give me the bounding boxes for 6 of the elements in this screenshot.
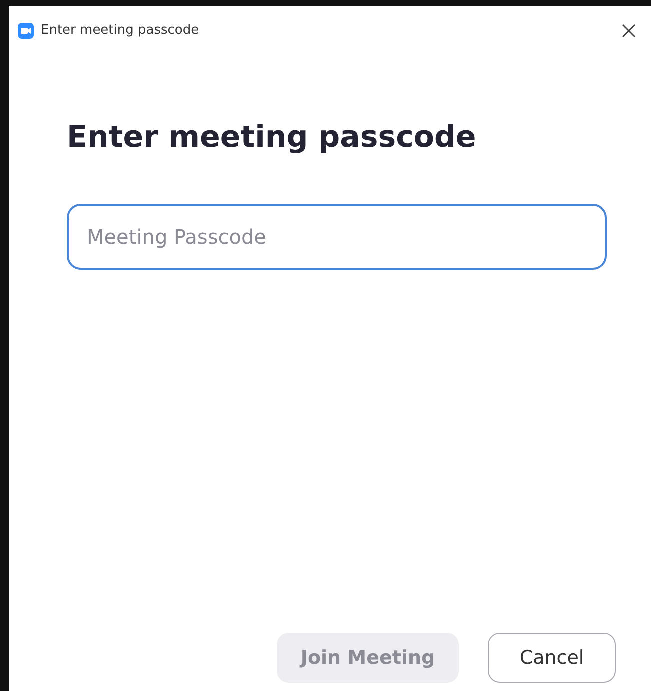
cancel-button[interactable]: Cancel [488,633,616,683]
close-icon [622,24,636,38]
video-camera-icon [18,23,34,39]
passcode-field[interactable]: Meeting Passcode [67,204,607,270]
window-title: Enter meeting passcode [41,22,200,40]
dialog-heading: Enter meeting passcode [67,119,476,157]
